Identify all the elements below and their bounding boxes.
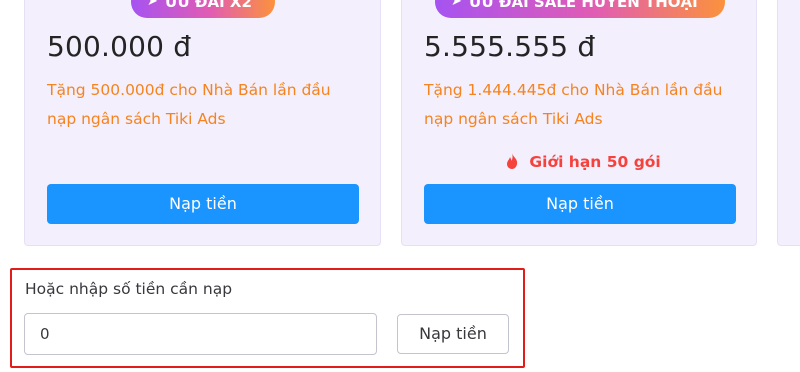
top-up-button-2[interactable]: Nạp tiền — [424, 184, 736, 224]
package-card-2: ➤ ƯU ĐÃI SALE HUYỀN THOẠI 5.555.555 đ Tặ… — [401, 0, 757, 246]
amount-input[interactable] — [24, 313, 377, 355]
package-limit: Giới hạn 50 gói — [506, 153, 661, 171]
fire-icon — [507, 153, 518, 169]
package-description: Tặng 500.000đ cho Nhà Bán lần đầu nạp ng… — [47, 81, 331, 128]
package-limit-label: Giới hạn 50 gói — [529, 153, 661, 171]
arrow-icon: ➤ — [451, 0, 462, 9]
promo-badge-label: ƯU ĐÃI X2 — [165, 0, 252, 11]
top-up-button-1[interactable]: Nạp tiền — [47, 184, 359, 224]
promo-badge: ➤ ƯU ĐÃI SALE HUYỀN THOẠI — [435, 0, 725, 18]
arrow-icon: ➤ — [147, 0, 158, 9]
package-description: Tặng 1.444.445đ cho Nhà Bán lần đầu nạp … — [424, 81, 723, 128]
custom-amount-section: Hoặc nhập số tiền cần nạp Nạp tiền — [10, 268, 525, 368]
package-card-3 — [777, 0, 800, 246]
package-price: 500.000 đ — [47, 30, 192, 63]
custom-top-up-button[interactable]: Nạp tiền — [397, 314, 509, 354]
promo-badge-label: ƯU ĐÃI SALE HUYỀN THOẠI — [469, 0, 698, 11]
promo-badge: ➤ ƯU ĐÃI X2 — [131, 0, 275, 18]
package-card-1: ➤ ƯU ĐÃI X2 500.000 đ Tặng 500.000đ cho … — [24, 0, 381, 246]
package-price: 5.555.555 đ — [424, 30, 596, 63]
custom-amount-label: Hoặc nhập số tiền cần nạp — [25, 280, 233, 298]
